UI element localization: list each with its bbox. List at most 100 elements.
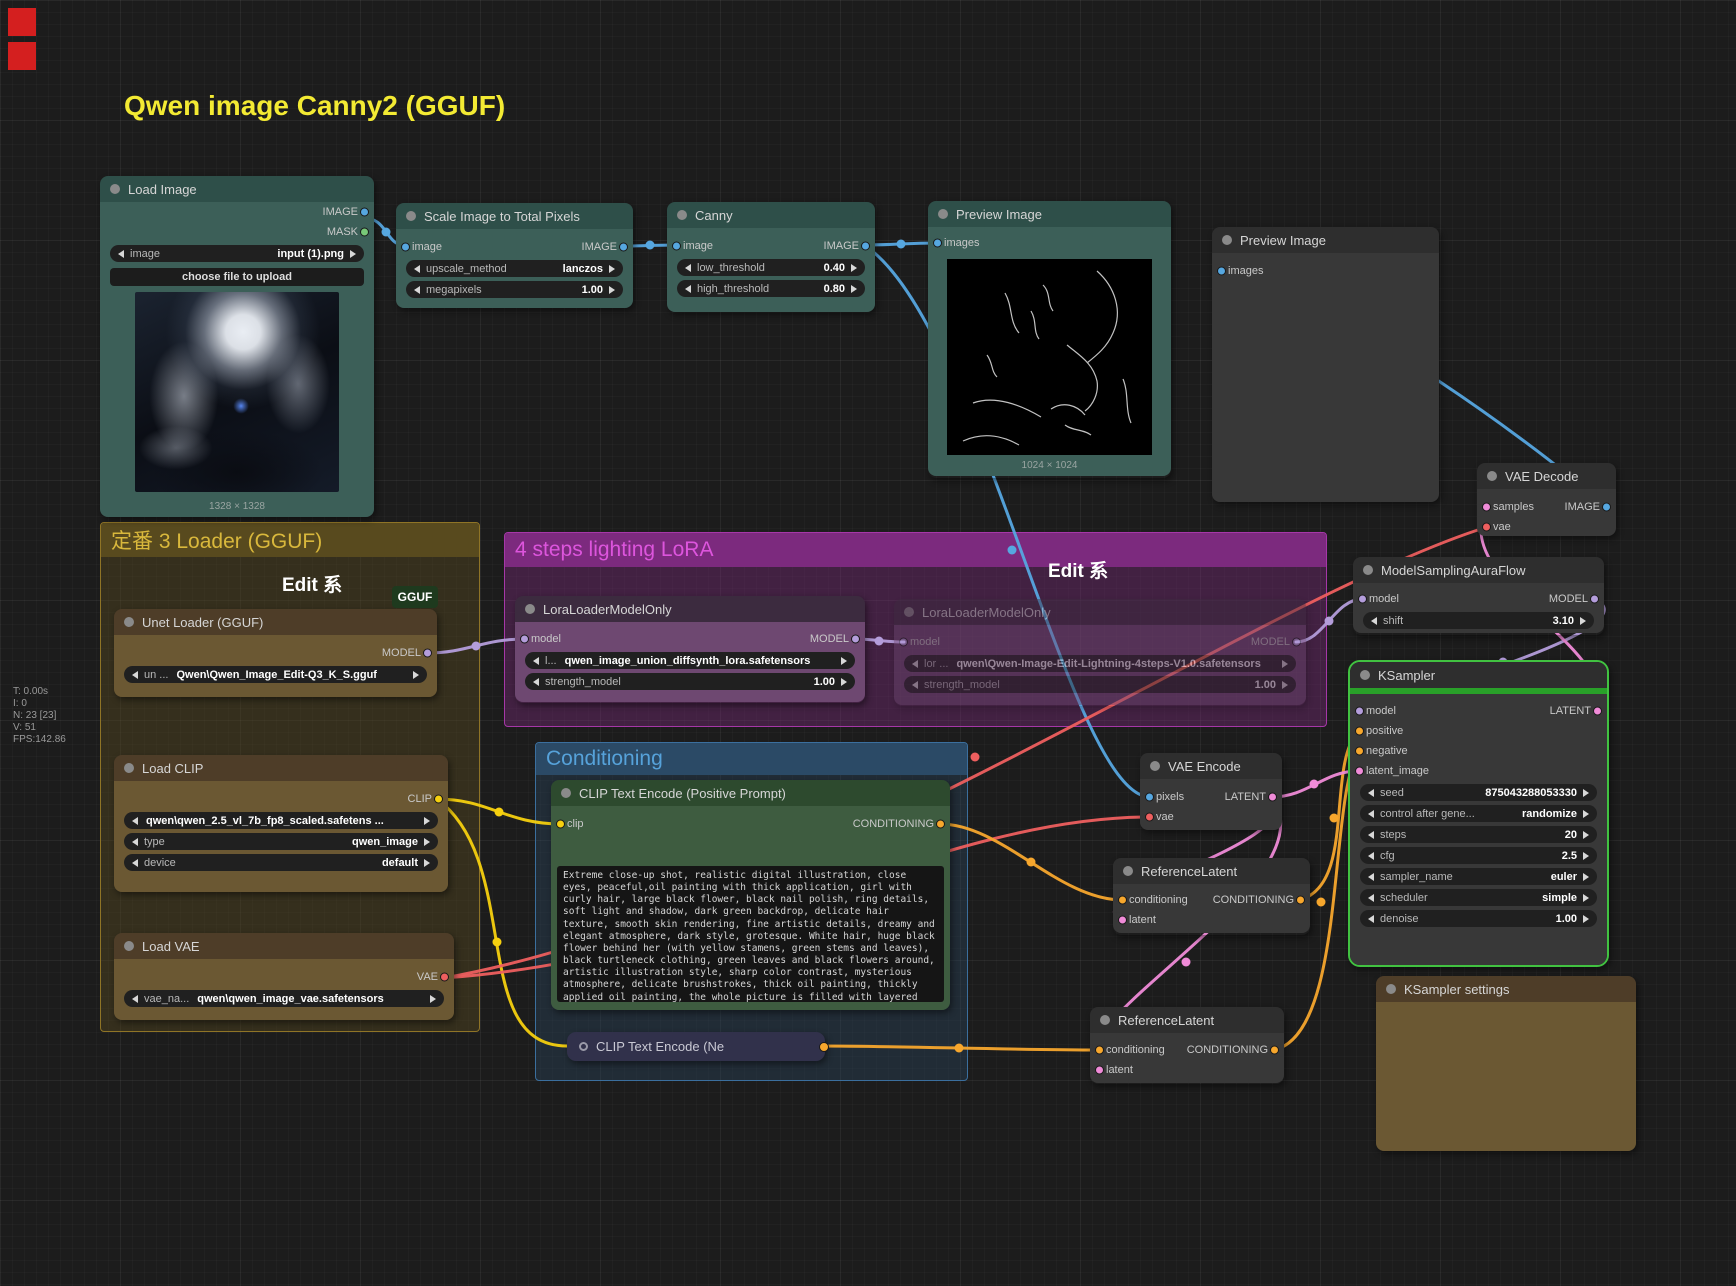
prev-arrow-icon[interactable] [132, 995, 138, 1003]
node-load-clip[interactable]: Load CLIP CLIP qwen\qwen_2.5_vl_7b_fp8_s… [114, 755, 448, 892]
node-ksampler-settings[interactable]: KSampler settings [1376, 976, 1636, 1151]
positive-input-slot[interactable] [1355, 727, 1364, 736]
collapse-toggle-icon[interactable] [1150, 761, 1160, 771]
next-arrow-icon[interactable] [1583, 810, 1589, 818]
unet-name-widget[interactable]: un ... Qwen\Qwen_Image_Edit-Q3_K_S.gguf [124, 666, 427, 683]
group-lora-titlebar[interactable]: 4 steps lighting LoRA [505, 533, 1326, 567]
prev-arrow-icon[interactable] [1368, 831, 1374, 839]
prev-arrow-icon[interactable] [118, 250, 124, 258]
node-vae-decode[interactable]: VAE Decode samples IMAGE vae [1477, 463, 1616, 536]
prev-arrow-icon[interactable] [1368, 789, 1374, 797]
next-arrow-icon[interactable] [1583, 873, 1589, 881]
next-arrow-icon[interactable] [841, 657, 847, 665]
node-unet-loader[interactable]: Unet Loader (GGUF) MODEL un ... Qwen\Qwe… [114, 609, 437, 697]
upscale-method-widget[interactable]: upscale_method lanczos [406, 260, 623, 277]
images-input-slot[interactable] [933, 239, 942, 248]
node-preview-image-final[interactable]: Preview Image images [1212, 227, 1439, 502]
prev-arrow-icon[interactable] [132, 838, 138, 846]
next-arrow-icon[interactable] [1580, 617, 1586, 625]
mask-output-slot[interactable] [360, 228, 369, 237]
node-reference-latent-2[interactable]: ReferenceLatent conditioning CONDITIONIN… [1090, 1007, 1284, 1084]
image-output-slot[interactable] [1602, 503, 1611, 512]
collapse-toggle-icon[interactable] [677, 210, 687, 220]
clip-output-slot[interactable] [434, 795, 443, 804]
model-input-slot[interactable] [1355, 707, 1364, 716]
conditioning-output-slot[interactable] [819, 1042, 829, 1052]
next-arrow-icon[interactable] [851, 285, 857, 293]
image-file-widget[interactable]: image input (1).png [110, 245, 364, 262]
collapse-toggle-icon[interactable] [1100, 1015, 1110, 1025]
steps-widget[interactable]: steps 20 [1360, 826, 1597, 843]
prev-arrow-icon[interactable] [1368, 852, 1374, 860]
shift-widget[interactable]: shift 3.10 [1363, 612, 1594, 629]
node-reference-latent-1[interactable]: ReferenceLatent conditioning CONDITIONIN… [1113, 858, 1310, 935]
model-output-slot[interactable] [423, 649, 432, 658]
node-model-sampling-auraflow[interactable]: ModelSamplingAuraFlow model MODEL shift … [1353, 557, 1604, 635]
latent-output-slot[interactable] [1593, 707, 1602, 716]
prev-arrow-icon[interactable] [1368, 915, 1374, 923]
next-arrow-icon[interactable] [1583, 831, 1589, 839]
collapse-toggle-icon[interactable] [124, 941, 134, 951]
next-arrow-icon[interactable] [424, 817, 430, 825]
node-scale-image[interactable]: Scale Image to Total Pixels image IMAGE … [396, 203, 633, 308]
image-output-slot[interactable] [360, 208, 369, 217]
node-vae-encode[interactable]: VAE Encode pixels LATENT vae [1140, 753, 1282, 830]
node-ksampler[interactable]: KSampler model LATENT positive negative … [1348, 660, 1609, 967]
prev-arrow-icon[interactable] [1371, 617, 1377, 625]
red-indicator-bottom[interactable] [8, 42, 36, 70]
next-arrow-icon[interactable] [609, 286, 615, 294]
next-arrow-icon[interactable] [1583, 915, 1589, 923]
prev-arrow-icon[interactable] [1368, 873, 1374, 881]
high-threshold-widget[interactable]: high_threshold 0.80 [677, 280, 865, 297]
collapse-toggle-icon[interactable] [525, 604, 535, 614]
model-input-slot[interactable] [520, 635, 529, 644]
prev-arrow-icon[interactable] [1368, 894, 1374, 902]
image-input-slot[interactable] [401, 243, 410, 252]
seed-widget[interactable]: seed 875043288053330 [1360, 784, 1597, 801]
conditioning-output-slot[interactable] [1296, 896, 1305, 905]
megapixels-widget[interactable]: megapixels 1.00 [406, 281, 623, 298]
prev-arrow-icon[interactable] [1368, 810, 1374, 818]
collapse-toggle-icon[interactable] [1487, 471, 1497, 481]
collapse-toggle-icon[interactable] [406, 211, 416, 221]
prev-arrow-icon[interactable] [685, 285, 691, 293]
prev-arrow-icon[interactable] [533, 678, 539, 686]
prev-arrow-icon[interactable] [912, 681, 918, 689]
latent-image-input-slot[interactable] [1355, 767, 1364, 776]
model-output-slot[interactable] [1292, 638, 1301, 647]
collapse-toggle-icon[interactable] [124, 763, 134, 773]
low-threshold-widget[interactable]: low_threshold 0.40 [677, 259, 865, 276]
next-arrow-icon[interactable] [841, 678, 847, 686]
prev-arrow-icon[interactable] [132, 859, 138, 867]
node-clip-text-encode-positive[interactable]: CLIP Text Encode (Positive Prompt) clip … [551, 780, 950, 1010]
collapse-toggle-icon[interactable] [1222, 235, 1232, 245]
prev-arrow-icon[interactable] [414, 286, 420, 294]
collapse-toggle-icon[interactable] [1360, 670, 1370, 680]
next-arrow-icon[interactable] [1583, 894, 1589, 902]
collapse-toggle-icon[interactable] [1363, 565, 1373, 575]
latent-input-slot[interactable] [1118, 916, 1127, 925]
next-arrow-icon[interactable] [430, 995, 436, 1003]
group-conditioning-titlebar[interactable]: Conditioning [536, 743, 967, 775]
node-load-vae[interactable]: Load VAE VAE vae_na... qwen\qwen_image_v… [114, 933, 454, 1020]
node-lora-loader-1[interactable]: LoraLoaderModelOnly model MODEL l... qwe… [515, 596, 865, 703]
next-arrow-icon[interactable] [350, 250, 356, 258]
strength-model-widget[interactable]: strength_model 1.00 [525, 673, 855, 690]
collapse-toggle-icon[interactable] [1123, 866, 1133, 876]
latent-input-slot[interactable] [1095, 1066, 1104, 1075]
lora-name-widget[interactable]: l... qwen_image_union_diffsynth_lora.saf… [525, 652, 855, 669]
next-arrow-icon[interactable] [413, 671, 419, 679]
scheduler-widget[interactable]: scheduler simple [1360, 889, 1597, 906]
vae-name-widget[interactable]: vae_na... qwen\qwen_image_vae.safetensor… [124, 990, 444, 1007]
next-arrow-icon[interactable] [1282, 681, 1288, 689]
image-output-slot[interactable] [619, 243, 628, 252]
conditioning-input-slot[interactable] [1118, 896, 1127, 905]
clip-input-slot[interactable] [556, 820, 565, 829]
denoise-widget[interactable]: denoise 1.00 [1360, 910, 1597, 927]
lora-name-widget[interactable]: lor ... qwen\Qwen-Image-Edit-Lightning-4… [904, 655, 1296, 672]
prev-arrow-icon[interactable] [132, 817, 138, 825]
model-input-slot[interactable] [1358, 595, 1367, 604]
next-arrow-icon[interactable] [851, 264, 857, 272]
next-arrow-icon[interactable] [1583, 852, 1589, 860]
negative-input-slot[interactable] [1355, 747, 1364, 756]
